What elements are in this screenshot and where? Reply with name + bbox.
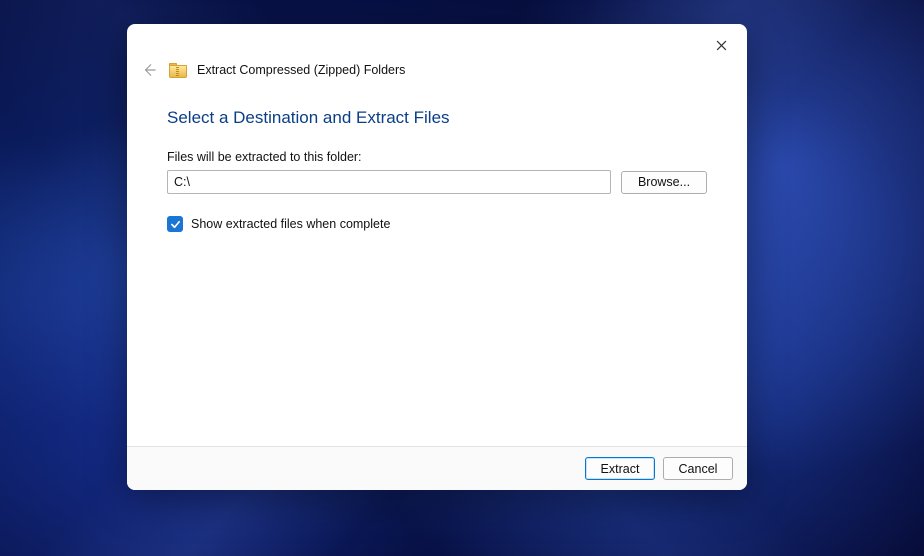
checkmark-icon: [170, 219, 181, 230]
zipped-folder-icon: [169, 63, 187, 78]
dialog-content: Select a Destination and Extract Files F…: [127, 96, 747, 446]
show-extracted-row: Show extracted files when complete: [167, 216, 707, 232]
dialog-footer: Extract Cancel: [127, 446, 747, 490]
close-icon: [716, 40, 727, 51]
page-heading: Select a Destination and Extract Files: [167, 108, 707, 128]
browse-button[interactable]: Browse...: [621, 171, 707, 194]
back-button[interactable]: [139, 60, 159, 80]
show-extracted-checkbox[interactable]: [167, 216, 183, 232]
destination-path-input[interactable]: [167, 170, 611, 194]
dialog-titlebar: [127, 24, 747, 64]
wizard-header: Extract Compressed (Zipped) Folders: [127, 60, 747, 96]
close-button[interactable]: [699, 30, 743, 60]
extract-dialog: Extract Compressed (Zipped) Folders Sele…: [127, 24, 747, 490]
extract-button[interactable]: Extract: [585, 457, 655, 480]
show-extracted-label[interactable]: Show extracted files when complete: [191, 217, 390, 231]
path-label: Files will be extracted to this folder:: [167, 150, 707, 164]
path-row: Browse...: [167, 170, 707, 194]
arrow-left-icon: [142, 63, 156, 77]
cancel-button[interactable]: Cancel: [663, 457, 733, 480]
wizard-title: Extract Compressed (Zipped) Folders: [197, 63, 405, 77]
